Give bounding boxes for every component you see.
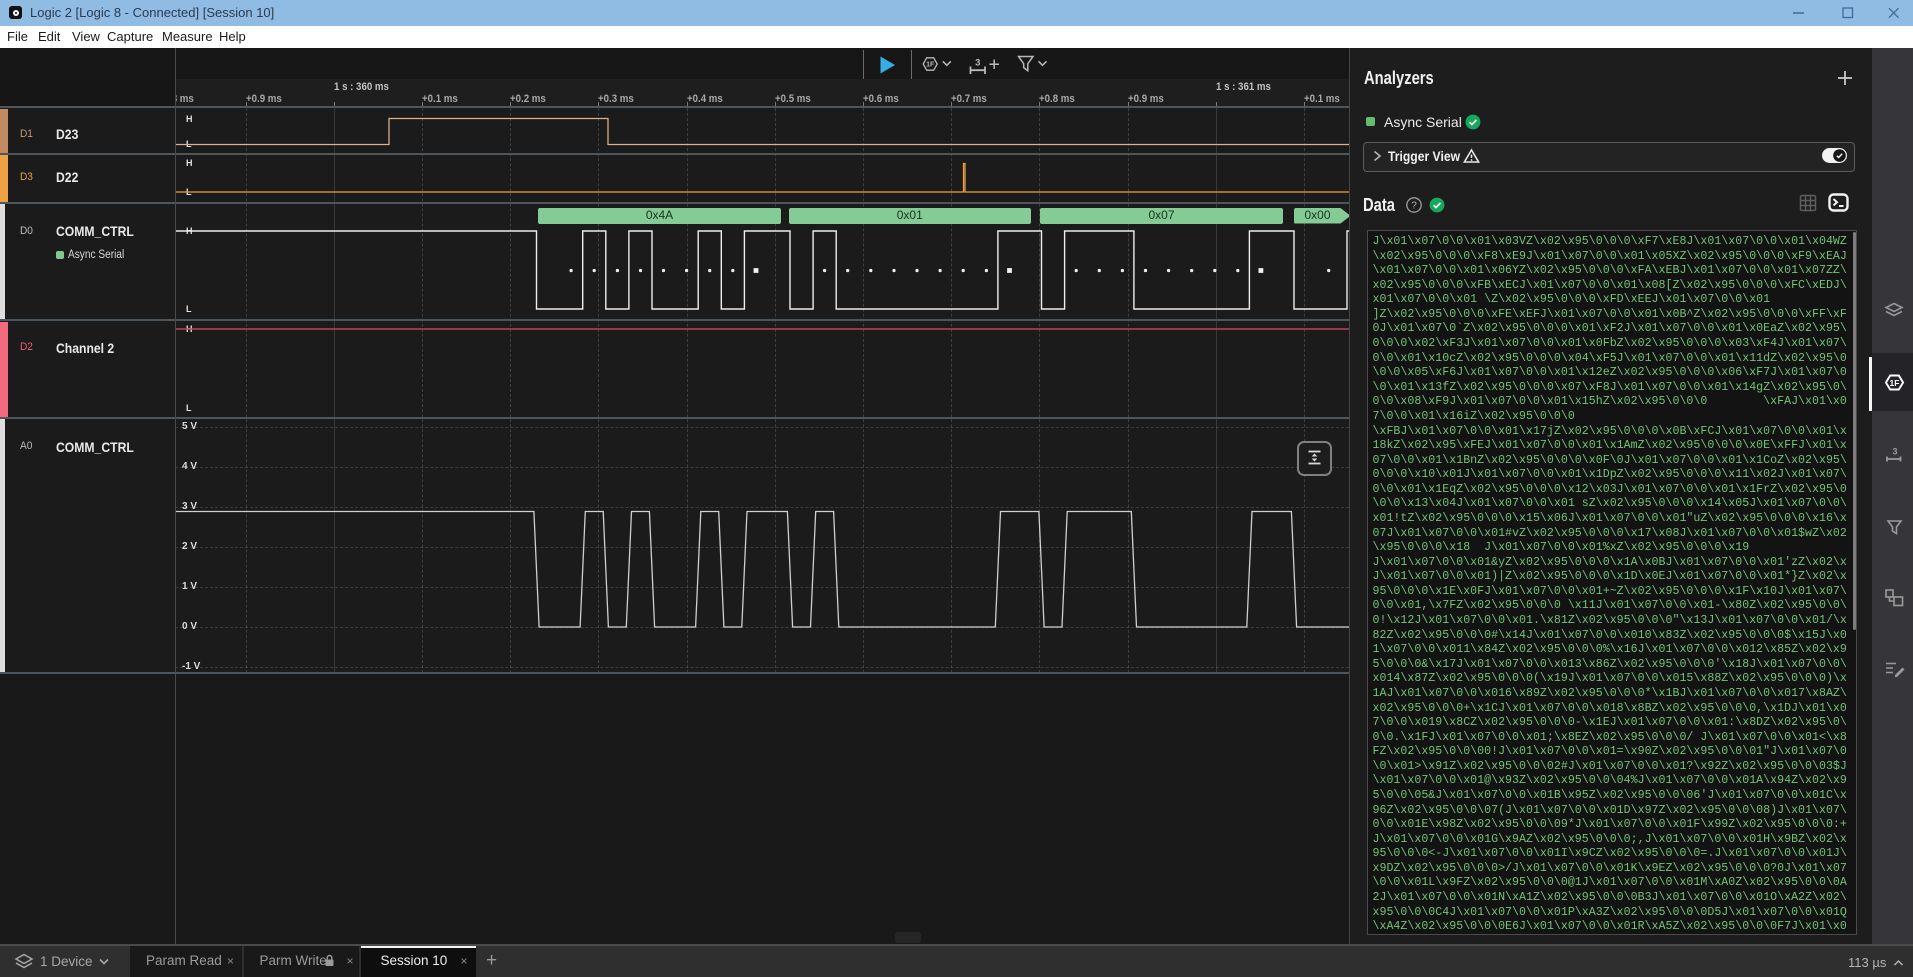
svg-text:?: ? (1411, 200, 1417, 211)
svg-text:1F: 1F (1890, 378, 1900, 388)
svg-text:3: 3 (1892, 447, 1897, 457)
